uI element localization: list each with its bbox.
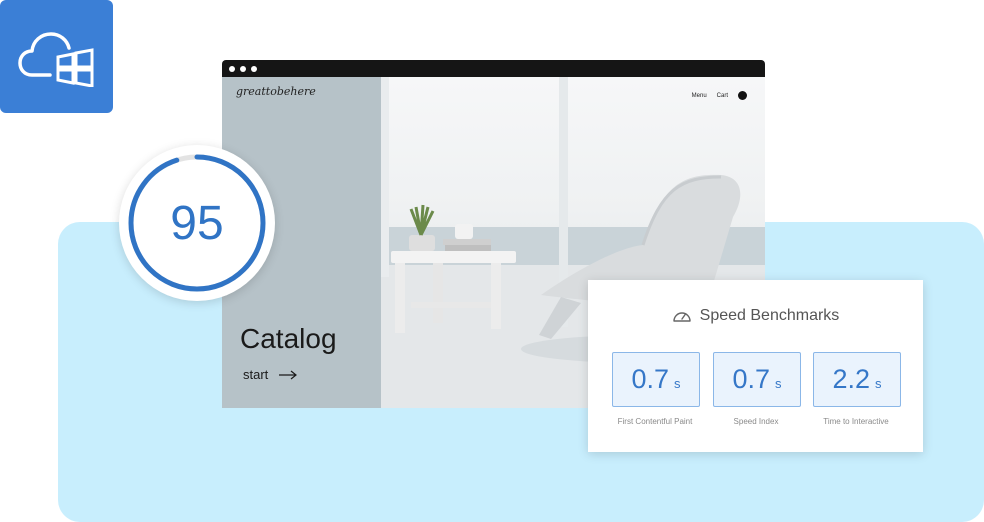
start-link[interactable]: start [243,367,298,382]
benchmarks-header: Speed Benchmarks [588,307,923,325]
metric-value: 0.7 [732,364,771,394]
benchmarks-title: Speed Benchmarks [699,307,840,324]
metric-label: Time to Interactive [823,417,889,426]
cart-count-badge[interactable] [738,91,747,100]
metric-unit: s [775,376,782,391]
performance-score: 95 [119,145,275,301]
metric-unit: s [674,376,681,391]
nav-cart-link[interactable]: Cart [717,93,728,99]
browser-title-bar [222,60,765,77]
metric-first-contentful-paint: 0.7 s [612,352,700,407]
nav-menu-link[interactable]: Menu [692,93,707,99]
speed-benchmarks-card: Speed Benchmarks 0.7 s First Contentful … [588,280,923,452]
metric-unit: s [875,376,882,391]
metric-label: First Contentful Paint [617,417,693,426]
metric-value: 0.7 [631,364,670,394]
metric-label: Speed Index [733,417,779,426]
window-dot [240,65,246,72]
metric-value: 2.2 [832,364,871,394]
arrow-right-icon [279,370,298,379]
window-dot [251,65,257,72]
window-dot [229,65,235,72]
metric-speed-index: 0.7 s [713,352,801,407]
page-heading: Catalog [240,323,337,354]
cloud-windows-tile [0,0,113,113]
score-value: 95 [170,196,224,250]
start-link-label: start [243,367,269,382]
site-nav: Menu Cart [692,91,747,100]
site-logo[interactable]: greattobehere [236,85,316,98]
metric-time-to-interactive: 2.2 s [813,352,901,407]
speedometer-icon [672,312,691,322]
cloud-windows-icon [17,31,93,87]
